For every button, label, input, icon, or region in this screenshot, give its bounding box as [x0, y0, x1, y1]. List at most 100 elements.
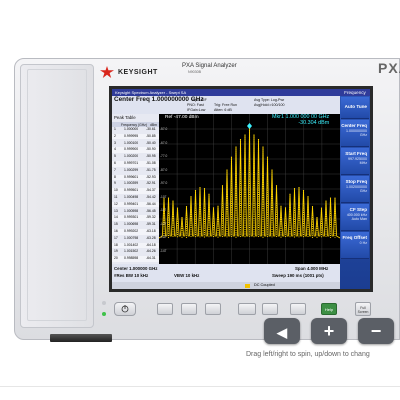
peak-index: 4	[114, 147, 116, 152]
softkey-label: Freq Offset	[342, 235, 367, 240]
peak-frequency: 1.000200	[124, 154, 139, 159]
speaker-mute-button[interactable]	[238, 303, 256, 315]
peak-table-row: 6 0.999701 -51.08	[112, 161, 159, 167]
peak-table-row: 7 1.000299 -51.75	[112, 168, 159, 174]
peak-index: 14	[114, 215, 118, 220]
marker-readout: Mkr1 1.000 000 00 GHz -30.304 dBm	[272, 114, 329, 126]
plus-icon: +	[323, 321, 335, 341]
y-axis-tick-label: -67.0	[160, 140, 168, 145]
y-axis-tick-label: -107	[160, 194, 167, 199]
peak-amplitude: -59.31	[146, 222, 156, 227]
softkey-center-freq[interactable]: Center Freq 1.000000000 GHz	[341, 120, 369, 147]
peak-amplitude: -50.85	[146, 133, 156, 138]
peak-amplitude: -50.95	[146, 154, 156, 159]
peak-frequency: 0.999202	[124, 229, 139, 233]
peak-index: 2	[114, 133, 116, 138]
peak-table-row: 2 0.999995 -50.85	[112, 133, 159, 140]
peak-index: 15	[114, 222, 118, 227]
softkey-stop-freq[interactable]: Stop Freq 1.002000000 GHz	[341, 176, 369, 203]
window-button-3[interactable]	[205, 303, 221, 315]
avg-hold-info: Avg|Hold:>100/100	[254, 103, 285, 107]
softkey-label: Center Freq	[341, 123, 367, 128]
peak-table-row: 8 0.999601 -52.93	[112, 174, 159, 181]
peak-amplitude: -56.45	[146, 208, 156, 213]
y-axis-tick-label: -147	[160, 248, 167, 253]
model-badge: PXA	[378, 60, 400, 76]
ifgain-info: IFGain:Low	[187, 108, 206, 112]
volume-up-button[interactable]	[290, 303, 306, 315]
softkey-label: CF Step	[349, 207, 367, 212]
y-axis-tick-label: -137	[160, 235, 167, 239]
left-side-panel	[20, 64, 94, 328]
avg-type-info: Avg Type: Log-Pwr	[254, 98, 285, 102]
peak-frequency: 1.000100	[124, 140, 139, 145]
sweep-info: Sweep 190 ms (1001 pts)	[272, 273, 324, 278]
power-icon	[121, 305, 129, 313]
peak-index: 17	[114, 235, 118, 240]
softkey-cf-step[interactable]: CF Step 400.000 kHz Auto Man	[341, 204, 369, 231]
peak-amplitude: -64.26	[146, 249, 156, 254]
y-axis-tick-label: -127	[160, 221, 167, 226]
help-button[interactable]: Help	[321, 303, 337, 315]
peak-index: 16	[114, 229, 118, 233]
full-screen-button[interactable]: Full Screen	[355, 302, 371, 316]
left-arrow-icon: ◀	[277, 325, 287, 340]
peak-table: Peak Table Frequency (GHz) dBm 1 1.000000…	[112, 114, 159, 264]
peak-index: 8	[114, 174, 116, 179]
peak-table-row: 18 1.001402 -64.18	[112, 242, 159, 249]
peak-frequency: 0.999301	[124, 215, 139, 220]
peak-table-row: 15 1.000698 -59.31	[112, 222, 159, 228]
peak-amplitude: -30.61	[146, 127, 156, 131]
standby-led	[102, 301, 106, 305]
softkey-auto-tune[interactable]: Auto Tune	[341, 97, 369, 119]
softkey-label: Auto Tune	[344, 104, 367, 109]
peak-frequency: 0.999995	[124, 133, 139, 138]
peak-frequency: 1.000698	[124, 222, 139, 227]
softkey-freq-offset[interactable]: Freq Offset 0 Hz	[341, 232, 369, 259]
full-screen-label: Full Screen	[357, 306, 369, 314]
peak-index: 1	[114, 127, 116, 131]
power-button[interactable]	[114, 302, 136, 316]
spin-left-button[interactable]: ◀	[264, 318, 300, 344]
peak-frequency: 1.000000	[124, 127, 139, 131]
spectrum-plot[interactable]	[158, 114, 341, 264]
peak-amplitude: -59.32	[146, 215, 156, 220]
peak-amplitude: -51.08	[146, 161, 156, 165]
marker-value: -30.304 dBm	[298, 120, 330, 126]
softkey-start-freq[interactable]: Start Freq 997.925000 MHz	[341, 148, 369, 175]
window-button-1[interactable]	[157, 303, 173, 315]
peak-amplitude: -64.18	[146, 242, 156, 247]
peak-table-row: 11 1.000498 -54.42	[112, 195, 159, 201]
peak-index: 18	[114, 242, 118, 247]
peak-table-row: 20 0.998598 -64.31	[112, 256, 159, 262]
increment-button[interactable]: +	[311, 318, 347, 344]
divider	[0, 386, 400, 387]
menu-title: Frequency	[340, 89, 370, 96]
peak-frequency: 0.999601	[124, 174, 139, 179]
peak-table-row: 5 1.000200 -50.95	[112, 154, 159, 160]
peak-table-row: 17 1.000798 -63.28	[112, 236, 159, 242]
window-button-2[interactable]	[181, 303, 197, 315]
peak-index: 7	[114, 167, 116, 172]
peak-index: 20	[114, 256, 118, 261]
peak-amplitude: -50.40	[146, 140, 156, 145]
volume-down-button[interactable]	[262, 303, 278, 315]
trig-info: Trig: Free Run	[214, 103, 238, 107]
center-freq-label: Center Freq 1.000000000 GHz	[114, 96, 204, 103]
y-axis-tick-label: -97.0	[160, 181, 168, 185]
softkey-panel: Auto Tune Center Freq 1.000000000 GHz St…	[340, 96, 370, 289]
peak-table-row: 16 0.999202 -63.18	[112, 229, 159, 235]
dc-coupled-status: DC Coupled	[254, 283, 275, 287]
peak-frequency: 1.000798	[124, 235, 139, 240]
peak-table-title: Peak Table	[114, 115, 136, 120]
softkey-value: 0 Hz	[359, 240, 367, 245]
softkey-label: Start Freq	[345, 151, 367, 156]
pno-info: PNO: Fast	[187, 103, 204, 107]
ref-level: Ref -47.00 dBm	[165, 115, 199, 120]
rbw-info: #Res BW 10 kHz	[114, 273, 149, 278]
peak-index: 12	[114, 201, 118, 206]
decrement-button[interactable]: −	[358, 318, 394, 344]
peak-table-row: 14 0.999301 -59.32	[112, 215, 159, 221]
col-amplitude: dBm	[150, 122, 157, 127]
span-info: Span 4.000 MHz	[295, 266, 329, 271]
